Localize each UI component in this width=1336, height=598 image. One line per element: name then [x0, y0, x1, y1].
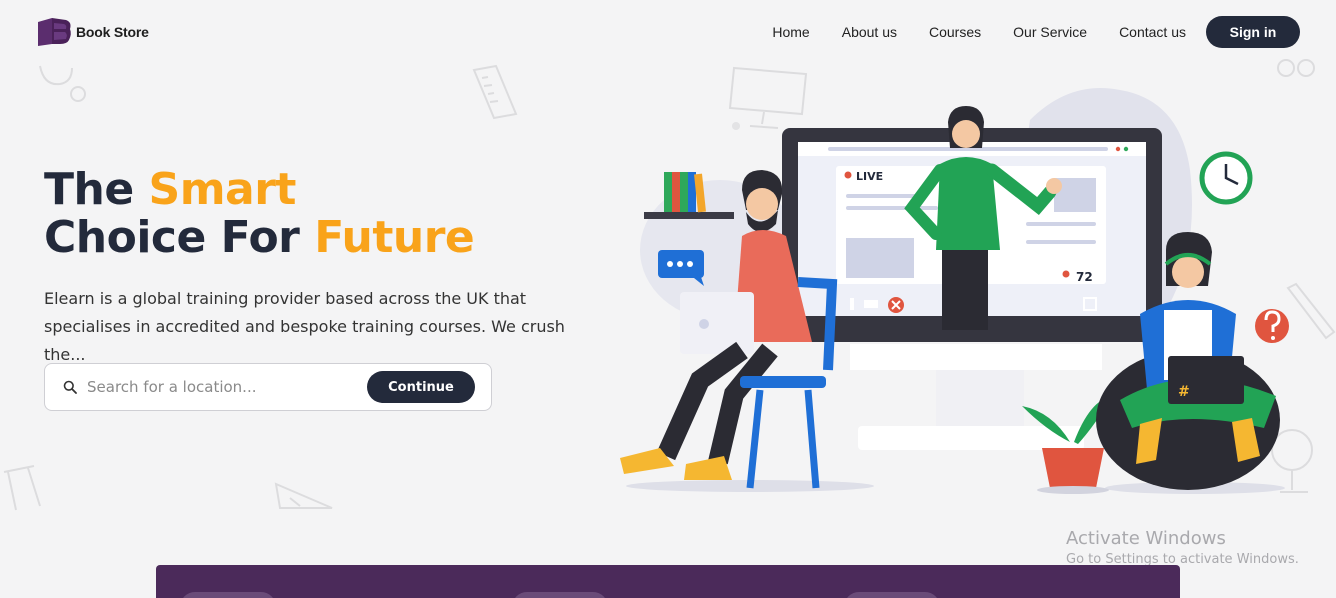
svg-text:#: # [1178, 384, 1190, 400]
feature-pill [844, 592, 940, 598]
navbar: Book Store Home About us Courses Our Ser… [0, 0, 1336, 64]
hero-title-smart: Smart [148, 164, 297, 215]
nav-courses[interactable]: Courses [929, 24, 981, 40]
hero-title: The Smart Choice For Future [44, 164, 475, 263]
windows-activation-watermark: Activate Windows Go to Settings to activ… [1066, 528, 1299, 569]
doodle-stool [3, 465, 41, 511]
sign-in-button[interactable]: Sign in [1206, 16, 1300, 48]
search-input[interactable] [87, 378, 367, 396]
search-icon [63, 380, 77, 394]
nav-links: Home About us Courses Our Service Contac… [740, 16, 1300, 48]
viewer-count: 72 [1076, 270, 1093, 284]
hero-description: Elearn is a global training provider bas… [44, 289, 565, 364]
bottom-feature-band [156, 565, 1180, 598]
nav-contact-us[interactable]: Contact us [1119, 24, 1186, 40]
hero-title-future: Future [314, 212, 475, 263]
hero-title-choice-for: Choice For [44, 212, 315, 263]
hero-illustration: LIVE 72 # [620, 88, 1289, 494]
book-logo-icon [38, 18, 71, 46]
doodle-circles [39, 65, 86, 102]
doodle-ruler [472, 64, 518, 120]
nav-our-service[interactable]: Our Service [1013, 24, 1087, 40]
continue-button[interactable]: Continue [367, 371, 475, 403]
watermark-title: Activate Windows [1066, 528, 1226, 549]
hero-title-the: The [44, 164, 149, 215]
brand[interactable]: Book Store [36, 16, 149, 48]
search-box: Continue [44, 363, 492, 411]
live-label: LIVE [856, 170, 883, 183]
nav-home[interactable]: Home [772, 24, 809, 40]
brand-name: Book Store [76, 24, 149, 40]
nav-about-us[interactable]: About us [842, 24, 897, 40]
doodle-triangle-ruler [274, 482, 333, 509]
shelf [644, 212, 734, 219]
feature-pill [512, 592, 608, 598]
feature-pill [180, 592, 276, 598]
